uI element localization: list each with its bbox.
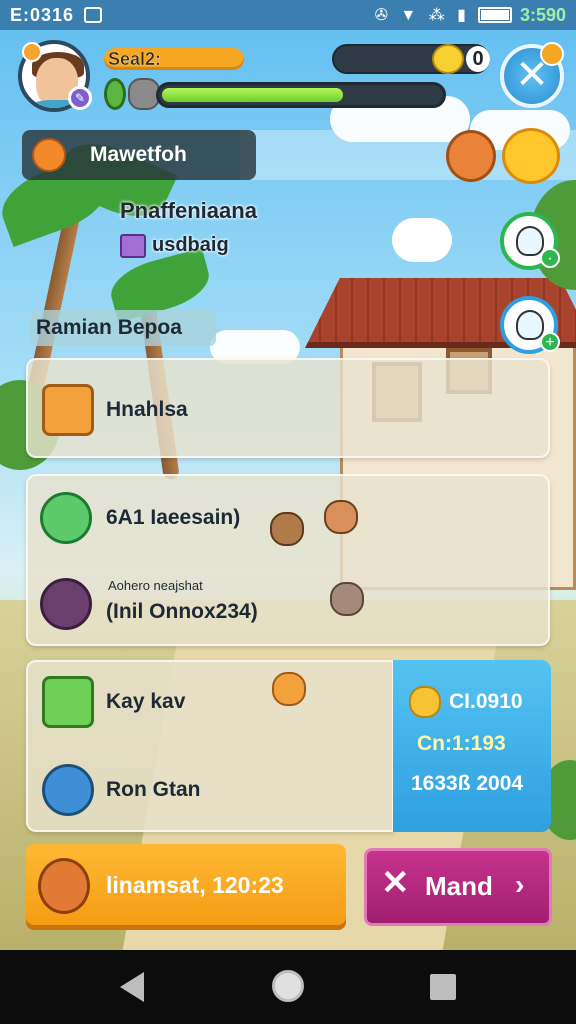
- critter-icon: [324, 500, 358, 534]
- location-title: Mawetfoh: [90, 143, 187, 166]
- thought-cloud-icon: [392, 218, 452, 262]
- region-label-text: Ramian Bepoa: [36, 316, 182, 339]
- quest-subtitle: usdbaig: [152, 234, 229, 256]
- xp-progress-bar: [156, 82, 446, 108]
- close-button[interactable]: ✕: [500, 42, 564, 108]
- stat-line-2: Cn:1:193: [417, 732, 506, 755]
- gem-icon: [104, 78, 126, 110]
- chevron-right-icon: ›: [515, 869, 525, 900]
- stat-line-3: 1633ß 2004: [411, 772, 524, 795]
- lion-icon[interactable]: [446, 130, 496, 182]
- chick-icon: [409, 686, 441, 718]
- item-label-1: Hnahlsa: [106, 398, 188, 421]
- battery-icon: [477, 7, 512, 23]
- system-status-bar: E:0316 ✇ ▼ ⁂ ▮ 3:590: [0, 0, 576, 30]
- bear-icon: [38, 858, 90, 914]
- delivery-truck-icon: [42, 384, 94, 436]
- note-small: Aohero neajshat: [108, 578, 203, 593]
- coin-count: 0: [466, 46, 490, 72]
- sun-icon[interactable]: [502, 128, 560, 184]
- mend-button[interactable]: ✕ Mand ›: [364, 848, 552, 926]
- badge-icon: ·: [540, 248, 560, 268]
- creature-icon: [32, 138, 66, 172]
- home-icon[interactable]: [272, 970, 304, 1002]
- crate-icon: [40, 492, 92, 544]
- stat-line-1: CI.0910: [449, 690, 523, 713]
- critter-icon: [272, 672, 306, 706]
- ghost-icon: [516, 310, 544, 340]
- book-icon: [42, 676, 94, 728]
- region-label: Ramian Bepoa: [30, 310, 216, 346]
- gallery-icon: [84, 7, 103, 23]
- item-panel-2[interactable]: [26, 474, 550, 646]
- item-panel-1[interactable]: [26, 358, 550, 458]
- xp-progress-fill: [162, 88, 343, 102]
- status-time: E:0316: [10, 4, 75, 25]
- quest-title: Pnaffeniaana: [120, 198, 257, 223]
- status-icons: ✇ ▼ ⁂ ▮: [374, 7, 470, 24]
- status-right-group: ✇ ▼ ⁂ ▮ 3:590: [375, 5, 566, 26]
- item-label-4: Ron Gtan: [106, 778, 201, 801]
- status-clock: 3:590: [519, 4, 566, 25]
- egg-icon: [40, 578, 92, 630]
- item-label-3: Kay kav: [106, 690, 186, 713]
- add-friend-button[interactable]: +: [500, 296, 560, 354]
- player-name-pill: Seal2:: [104, 48, 244, 70]
- critter-icon: [330, 582, 364, 616]
- item-label-2: 6A1 Iaeesain): [106, 506, 241, 529]
- edit-badge-icon[interactable]: ✎: [68, 86, 92, 110]
- recent-apps-icon[interactable]: [430, 974, 456, 1000]
- battery-fill: [480, 10, 509, 20]
- critter-icon: [270, 512, 304, 546]
- pencil-icon: [540, 42, 564, 66]
- chat-ghost-button[interactable]: ·: [500, 212, 560, 270]
- brush-icon: [42, 764, 94, 816]
- close-x-icon: ✕: [381, 864, 410, 902]
- plus-icon: +: [540, 332, 560, 352]
- note-main: (Inil Onnox234): [106, 600, 258, 623]
- primary-action-label: linamsat, 120:23: [106, 872, 284, 898]
- ghost-icon: [516, 226, 544, 256]
- stats-panel: CI.0910 Cn:1:193 1633ß 2004: [393, 660, 551, 832]
- mend-label: Mand: [425, 871, 493, 901]
- back-icon[interactable]: [120, 972, 144, 1002]
- level-dot-icon: [22, 42, 42, 62]
- cheese-coin-icon: [432, 44, 464, 74]
- quest-box-icon: [120, 234, 146, 258]
- player-name: Seal2:: [108, 49, 162, 69]
